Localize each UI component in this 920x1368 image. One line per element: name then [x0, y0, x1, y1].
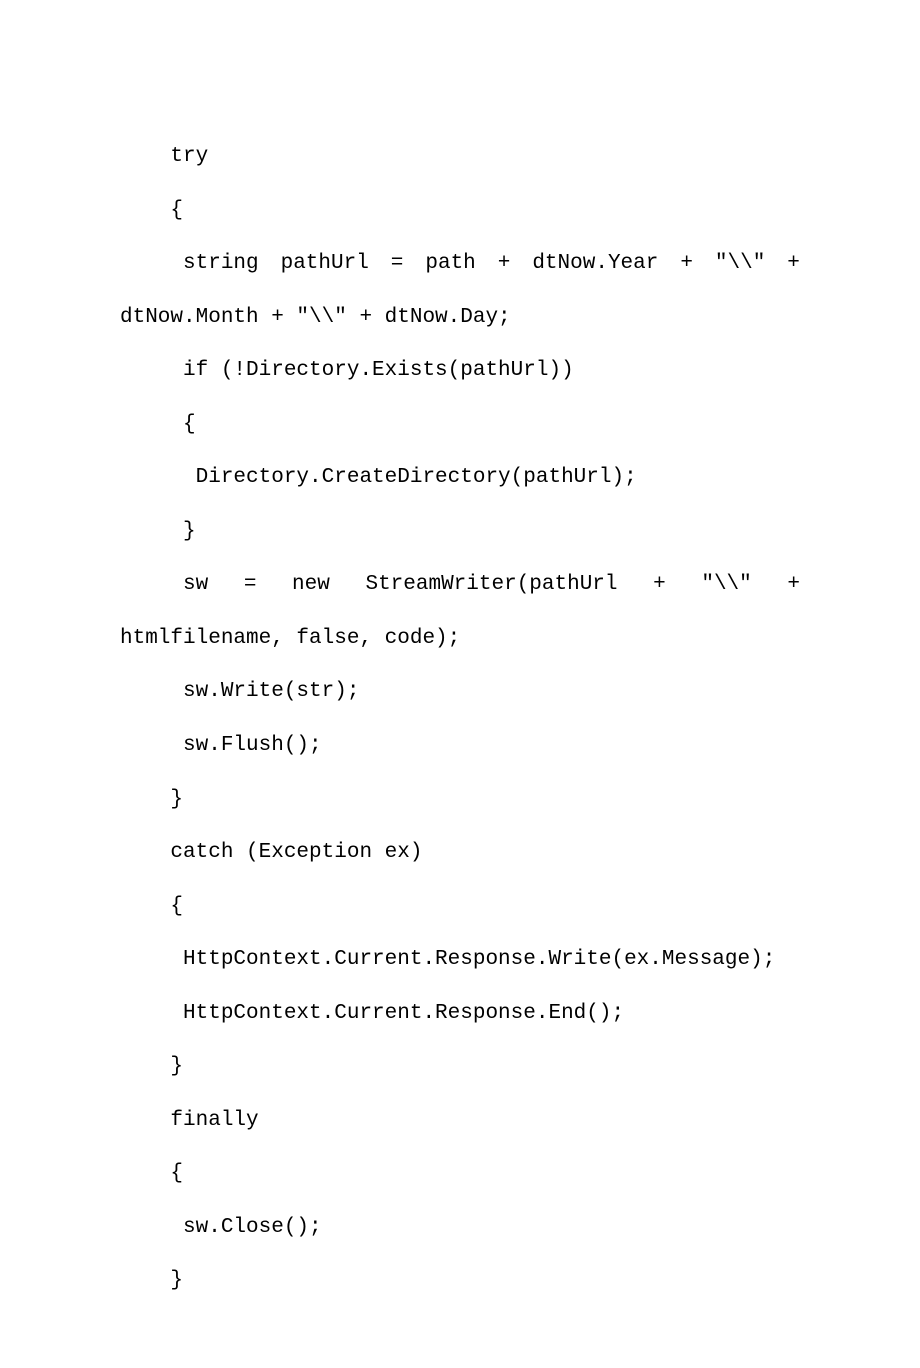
- code-line: {: [120, 398, 800, 452]
- code-line: string pathUrl = path + dtNow.Year + "\\" +: [120, 237, 800, 291]
- code-line: sw.Flush();: [120, 719, 800, 773]
- code-token: new: [292, 558, 330, 612]
- code-line: dtNow.Month + "\\" + dtNow.Day;: [120, 291, 800, 345]
- code-token: string: [120, 237, 259, 291]
- code-line: {: [120, 1147, 800, 1201]
- code-line: HttpContext.Current.Response.Write(ex.Me…: [120, 933, 800, 987]
- code-token: +: [680, 237, 693, 291]
- code-token: StreamWriter(pathUrl: [365, 558, 617, 612]
- code-line: }: [120, 505, 800, 559]
- code-line: {: [120, 880, 800, 934]
- code-token: path: [425, 237, 475, 291]
- code-token: pathUrl: [281, 237, 369, 291]
- code-token: +: [787, 237, 800, 291]
- code-line: Directory.CreateDirectory(pathUrl);: [120, 451, 800, 505]
- code-line: sw.Write(str);: [120, 665, 800, 719]
- document-page: try { string pathUrl = path + dtNow.Year + "\\"…: [0, 0, 920, 1368]
- code-token: "\\": [701, 558, 751, 612]
- code-line: }: [120, 1040, 800, 1094]
- code-line: }: [120, 1254, 800, 1308]
- code-token: +: [787, 558, 800, 612]
- code-line: HttpContext.Current.Response.End();: [120, 987, 800, 1041]
- code-token: "\\": [715, 237, 765, 291]
- code-line: sw = new StreamWriter(pathUrl + "\\" +: [120, 558, 800, 612]
- code-line: try: [120, 130, 800, 184]
- code-token: +: [653, 558, 666, 612]
- code-line: {: [120, 184, 800, 238]
- code-line: }: [120, 773, 800, 827]
- code-line: sw.Close();: [120, 1201, 800, 1255]
- code-line: if (!Directory.Exists(pathUrl)): [120, 344, 800, 398]
- code-line: finally: [120, 1094, 800, 1148]
- code-token: sw: [120, 558, 208, 612]
- code-token: =: [391, 237, 404, 291]
- code-token: =: [244, 558, 257, 612]
- code-line: htmlfilename, false, code);: [120, 612, 800, 666]
- code-line: catch (Exception ex): [120, 826, 800, 880]
- code-token: dtNow.Year: [532, 237, 658, 291]
- code-token: +: [498, 237, 511, 291]
